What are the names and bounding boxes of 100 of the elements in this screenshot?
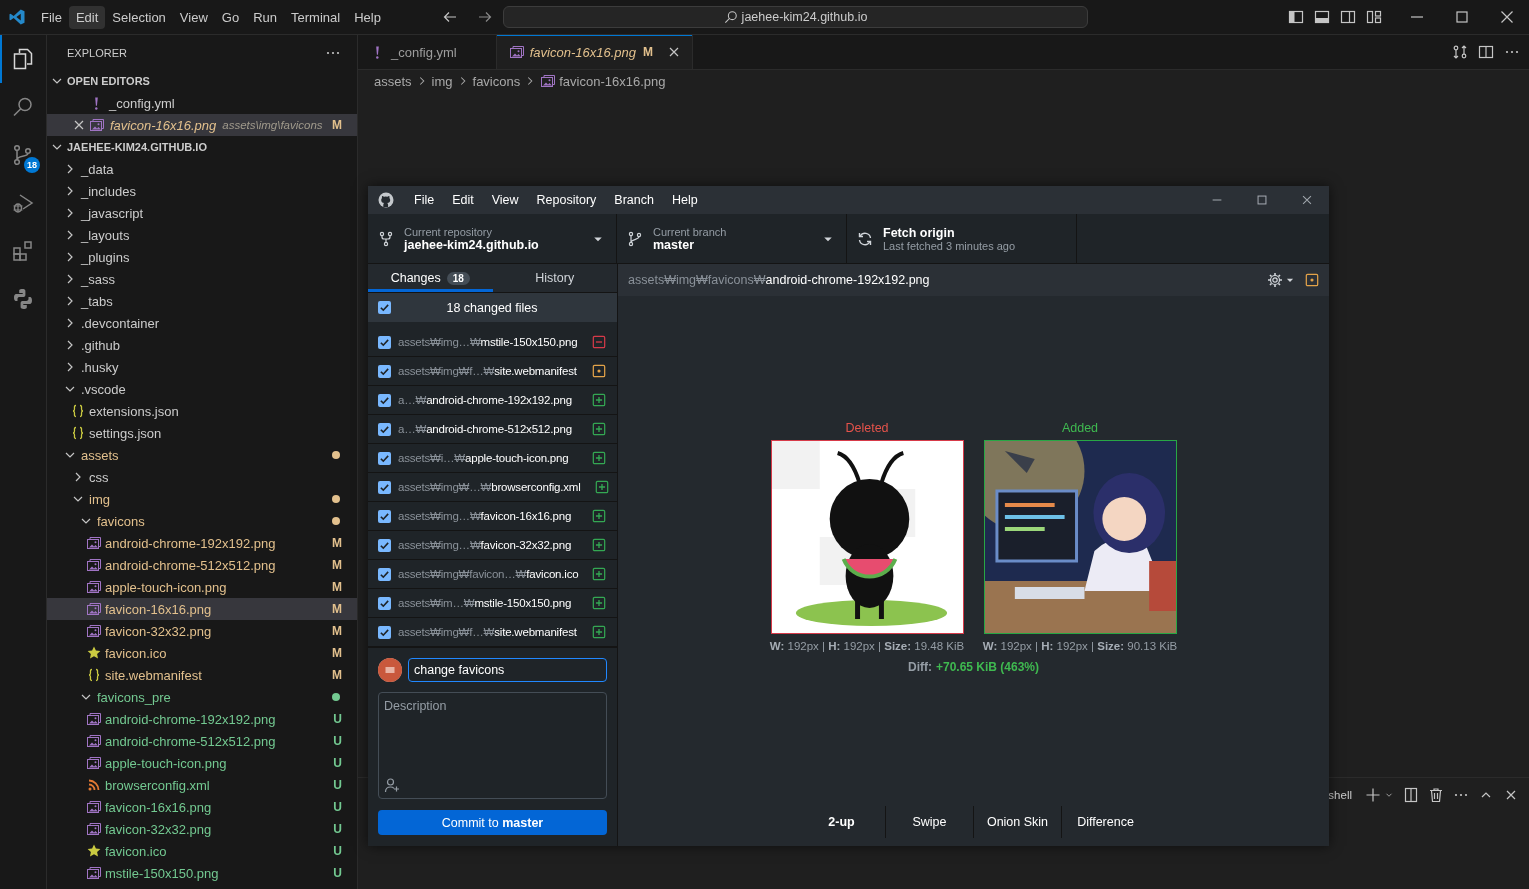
section-title[interactable]: OPEN EDITORS <box>67 75 150 87</box>
tree-item[interactable]: favicon-32x32.png U <box>47 818 357 840</box>
open-editor-item[interactable]: _config.yml <box>47 92 357 114</box>
file-path[interactable]: assets₩img₩f…₩site.webmanifest <box>398 626 577 638</box>
file-path[interactable]: assets₩img…₩favicon-32x32.png <box>398 539 572 551</box>
breadcrumb[interactable]: favicon-16x16.png <box>559 73 666 89</box>
tree-item[interactable]: _layouts <box>47 224 357 246</box>
menu-item[interactable]: Repository <box>527 193 606 207</box>
menu-item[interactable]: Edit <box>443 193 483 207</box>
menu-item[interactable]: File <box>34 5 69 29</box>
tree-item[interactable]: .github <box>47 334 357 356</box>
tree-item[interactable]: apple-touch-icon.png U <box>47 752 357 774</box>
breadcrumb[interactable]: assets <box>374 73 412 89</box>
menu-item[interactable]: Help <box>347 5 388 29</box>
checkbox[interactable] <box>378 335 391 349</box>
settings-icon[interactable] <box>1267 272 1283 288</box>
checkbox[interactable] <box>378 480 391 494</box>
file-path[interactable]: a…₩android-chrome-512x512.png <box>398 423 572 435</box>
file-path[interactable]: assets₩img…₩mstile-150x150.png <box>398 336 578 348</box>
compare-changes-icon[interactable] <box>1452 44 1468 60</box>
menu-item[interactable]: Run <box>246 5 284 29</box>
tree-item[interactable]: _sass <box>47 268 357 290</box>
tree-item[interactable]: site.webmanifest M <box>47 664 357 686</box>
branch-selector[interactable]: Current branch master <box>617 214 847 263</box>
menu-item[interactable]: Help <box>662 193 707 207</box>
menu-item[interactable]: View <box>172 5 215 29</box>
summary-field[interactable]: change favicons <box>408 658 607 682</box>
checkbox[interactable] <box>378 596 391 610</box>
tree-item[interactable]: _includes <box>47 180 357 202</box>
checkbox[interactable] <box>378 422 391 436</box>
tree-item[interactable]: .vscode <box>47 378 357 400</box>
menu-item[interactable]: View <box>482 193 528 207</box>
back-arrow-icon[interactable] <box>442 9 458 25</box>
file-path[interactable]: a…₩android-chrome-192x192.png <box>398 394 572 406</box>
tree-item[interactable]: browserconfig.xml U <box>47 774 357 796</box>
toggle-secondary-sidebar-icon[interactable] <box>1340 9 1356 25</box>
tab[interactable]: Changes 18 <box>368 264 493 292</box>
tab[interactable]: History <box>492 264 617 292</box>
tree-item[interactable]: favicon-16x16.png U <box>47 796 357 818</box>
checkbox[interactable] <box>378 393 391 407</box>
tree-item[interactable]: _javascript <box>47 202 357 224</box>
customize-layout-icon[interactable] <box>1366 9 1382 25</box>
open-editor-item[interactable]: favicon-16x16.png assets\img\favicons M <box>47 114 357 136</box>
file-path[interactable]: assets₩img₩f…₩site.webmanifest <box>398 365 577 377</box>
tree-item[interactable]: android-chrome-192x192.png U <box>47 708 357 730</box>
tree-item[interactable]: android-chrome-512x512.png M <box>47 554 357 576</box>
tree-item[interactable]: favicons_pre <box>47 686 357 708</box>
fetch-button[interactable]: Fetch origin Last fetched 3 minutes ago <box>847 214 1077 263</box>
tree-item[interactable]: favicon-32x32.png M <box>47 620 357 642</box>
tree-item[interactable]: settings.json <box>47 422 357 444</box>
tree-item[interactable]: img <box>47 488 357 510</box>
files-icon[interactable] <box>11 47 35 71</box>
tree-item[interactable]: css <box>47 466 357 488</box>
tree-item[interactable]: android-chrome-512x512.png U <box>47 730 357 752</box>
tree-item[interactable]: favicon.ico M <box>47 642 357 664</box>
tree-item[interactable]: extensions.json <box>47 400 357 422</box>
menu-item[interactable]: Terminal <box>284 5 348 29</box>
tree-item[interactable]: _plugins <box>47 246 357 268</box>
split-terminal-icon[interactable] <box>1403 787 1419 803</box>
tree-item[interactable]: assets <box>47 444 357 466</box>
language-logo-icon[interactable] <box>11 287 35 311</box>
add-person-icon[interactable] <box>384 777 400 793</box>
split-editor-icon[interactable] <box>1478 44 1494 60</box>
search-icon[interactable] <box>11 95 35 119</box>
file-path[interactable]: assets₩i…₩apple-touch-icon.png <box>398 452 569 464</box>
checkbox[interactable] <box>378 301 391 314</box>
file-path[interactable]: assets₩img…₩favicon-16x16.png <box>398 510 572 522</box>
repository-selector[interactable]: Current repository jaehee-kim24.github.io <box>368 214 617 263</box>
commit-button[interactable]: Commit to master <box>378 810 607 835</box>
tree-item[interactable]: apple-touch-icon.png M <box>47 576 357 598</box>
view-mode-tab[interactable]: Swipe <box>885 806 973 838</box>
extensions-icon[interactable] <box>11 239 35 263</box>
checkbox[interactable] <box>378 538 391 552</box>
checkbox[interactable] <box>378 364 391 378</box>
view-mode-tab[interactable]: Difference <box>1061 806 1149 838</box>
plus-icon[interactable] <box>1365 787 1381 803</box>
toggle-sidebar-icon[interactable] <box>1288 9 1304 25</box>
file-path[interactable]: assets₩im…₩mstile-150x150.png <box>398 597 572 609</box>
search-field[interactable]: jaehee-kim24.github.io <box>503 6 1088 28</box>
checkbox[interactable] <box>378 567 391 581</box>
menu-item[interactable]: Selection <box>105 5 173 29</box>
menu-item[interactable]: Go <box>214 5 247 29</box>
file-path[interactable]: assets₩img₩…₩browserconfig.xml <box>398 481 581 493</box>
trash-icon[interactable] <box>1428 787 1444 803</box>
view-mode-tab[interactable]: Onion Skin <box>973 806 1061 838</box>
tree-item[interactable]: .devcontainer <box>47 312 357 334</box>
view-mode-tab[interactable]: 2-up <box>798 806 885 838</box>
checkbox[interactable] <box>378 451 391 465</box>
editor-tab[interactable]: favicon-16x16.png M <box>496 35 693 69</box>
forward-arrow-icon[interactable] <box>477 9 493 25</box>
maximize-icon[interactable] <box>1453 9 1470 25</box>
description-field[interactable]: Description <box>378 692 607 799</box>
menu-item[interactable]: Branch <box>605 193 663 207</box>
maximize-icon[interactable] <box>1254 193 1269 207</box>
tree-item[interactable]: favicons <box>47 510 357 532</box>
tree-item[interactable]: android-chrome-192x192.png M <box>47 532 357 554</box>
breadcrumb[interactable]: img <box>431 73 453 89</box>
tree-item[interactable]: mstile-150x150.png U <box>47 862 357 884</box>
tree-item[interactable]: _data <box>47 158 357 180</box>
editor-tab[interactable]: _config.yml <box>358 35 497 69</box>
